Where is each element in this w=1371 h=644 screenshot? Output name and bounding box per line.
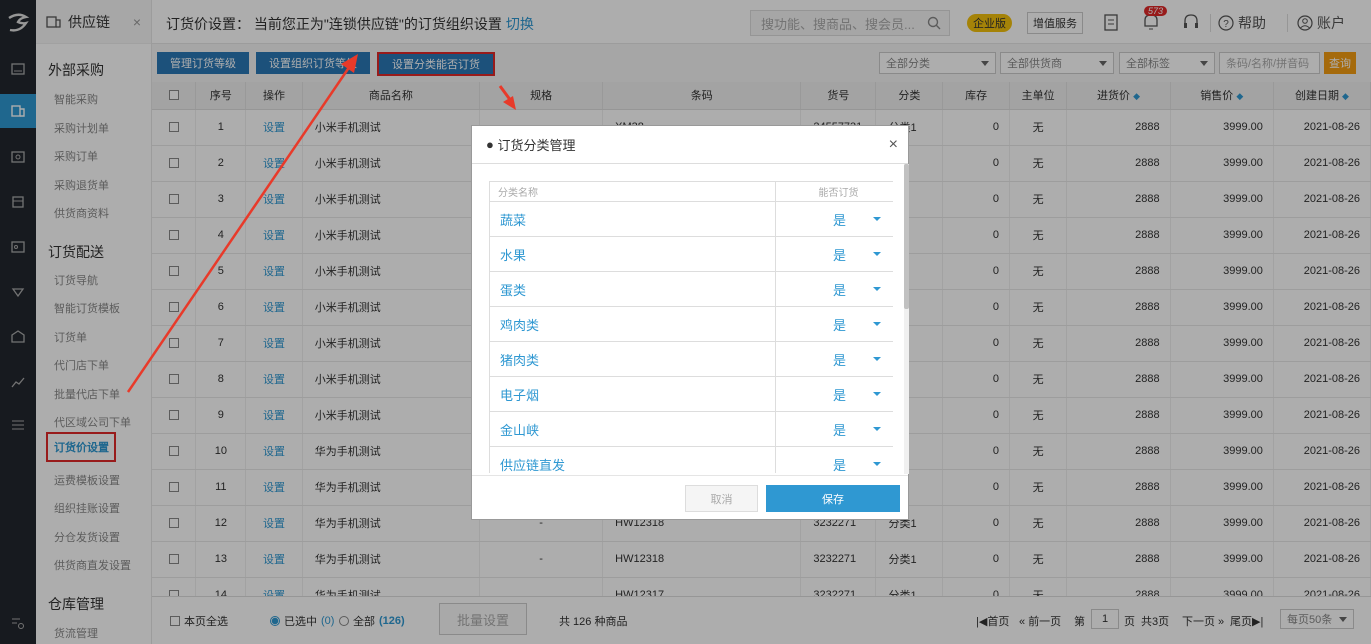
dialog-row: 鸡肉类 是 — [489, 306, 893, 342]
dialog-row: 水果 是 — [489, 236, 893, 272]
save-button[interactable]: 保存 — [766, 485, 900, 512]
can-order-select[interactable]: 是 — [775, 201, 893, 237]
chevron-down-icon — [873, 252, 881, 256]
can-order-select[interactable]: 是 — [775, 446, 893, 473]
dialog-bullet: ● — [486, 137, 498, 152]
chevron-down-icon — [873, 427, 881, 431]
dialog-row: 猪肉类 是 — [489, 341, 893, 377]
chevron-down-icon — [873, 462, 881, 466]
dialog-row: 供应链直发 是 — [489, 446, 893, 473]
category-name: 电子烟 — [489, 376, 776, 412]
dialog-table-body: 蔬菜是水果是蛋类是鸡肉类是猪肉类是电子烟是金山峡是供应链直发是 — [489, 201, 893, 473]
dialog-title: 订货分类管理 — [497, 138, 576, 153]
dialog-row: 蔬菜 是 — [489, 201, 893, 237]
scrollbar-thumb[interactable] — [904, 164, 909, 309]
chevron-down-icon — [873, 392, 881, 396]
can-order-select[interactable]: 是 — [775, 376, 893, 412]
close-icon[interactable]: × — [889, 136, 898, 154]
chevron-down-icon — [873, 357, 881, 361]
chevron-down-icon — [873, 287, 881, 291]
dialog-header: ● 订货分类管理 × — [472, 126, 908, 164]
can-order-value: 是 — [832, 387, 846, 403]
col-category-name: 分类名称 — [489, 181, 776, 202]
category-name: 供应链直发 — [489, 446, 776, 473]
category-name: 金山峡 — [489, 411, 776, 447]
can-order-select[interactable]: 是 — [775, 271, 893, 307]
can-order-value: 是 — [832, 457, 846, 473]
can-order-value: 是 — [832, 247, 846, 263]
can-order-select[interactable]: 是 — [775, 236, 893, 272]
can-order-value: 是 — [832, 317, 846, 333]
can-order-value: 是 — [832, 282, 846, 298]
category-name: 猪肉类 — [489, 341, 776, 377]
can-order-select[interactable]: 是 — [775, 306, 893, 342]
dialog-table-header: 分类名称 能否订货 — [489, 181, 893, 202]
dialog-footer: 取消 保存 — [472, 475, 908, 519]
dialog-row: 电子烟 是 — [489, 376, 893, 412]
category-name: 水果 — [489, 236, 776, 272]
category-name: 蔬菜 — [489, 201, 776, 237]
cancel-button[interactable]: 取消 — [685, 485, 758, 512]
dialog-body: 分类名称 能否订货 蔬菜是水果是蛋类是鸡肉类是猪肉类是电子烟是金山峡是供应链直发… — [489, 181, 893, 473]
col-can-order: 能否订货 — [775, 181, 893, 202]
chevron-down-icon — [873, 322, 881, 326]
dialog-row: 蛋类 是 — [489, 271, 893, 307]
category-name: 鸡肉类 — [489, 306, 776, 342]
chevron-down-icon — [873, 217, 881, 221]
category-name: 蛋类 — [489, 271, 776, 307]
category-order-dialog: ● 订货分类管理 × 分类名称 能否订货 蔬菜是水果是蛋类是鸡肉类是猪肉类是电子… — [471, 125, 909, 520]
can-order-select[interactable]: 是 — [775, 341, 893, 377]
dialog-row: 金山峡 是 — [489, 411, 893, 447]
dialog-scrollbar[interactable] — [904, 164, 909, 474]
can-order-value: 是 — [832, 352, 846, 368]
can-order-value: 是 — [832, 422, 846, 438]
can-order-value: 是 — [832, 212, 846, 228]
can-order-select[interactable]: 是 — [775, 411, 893, 447]
